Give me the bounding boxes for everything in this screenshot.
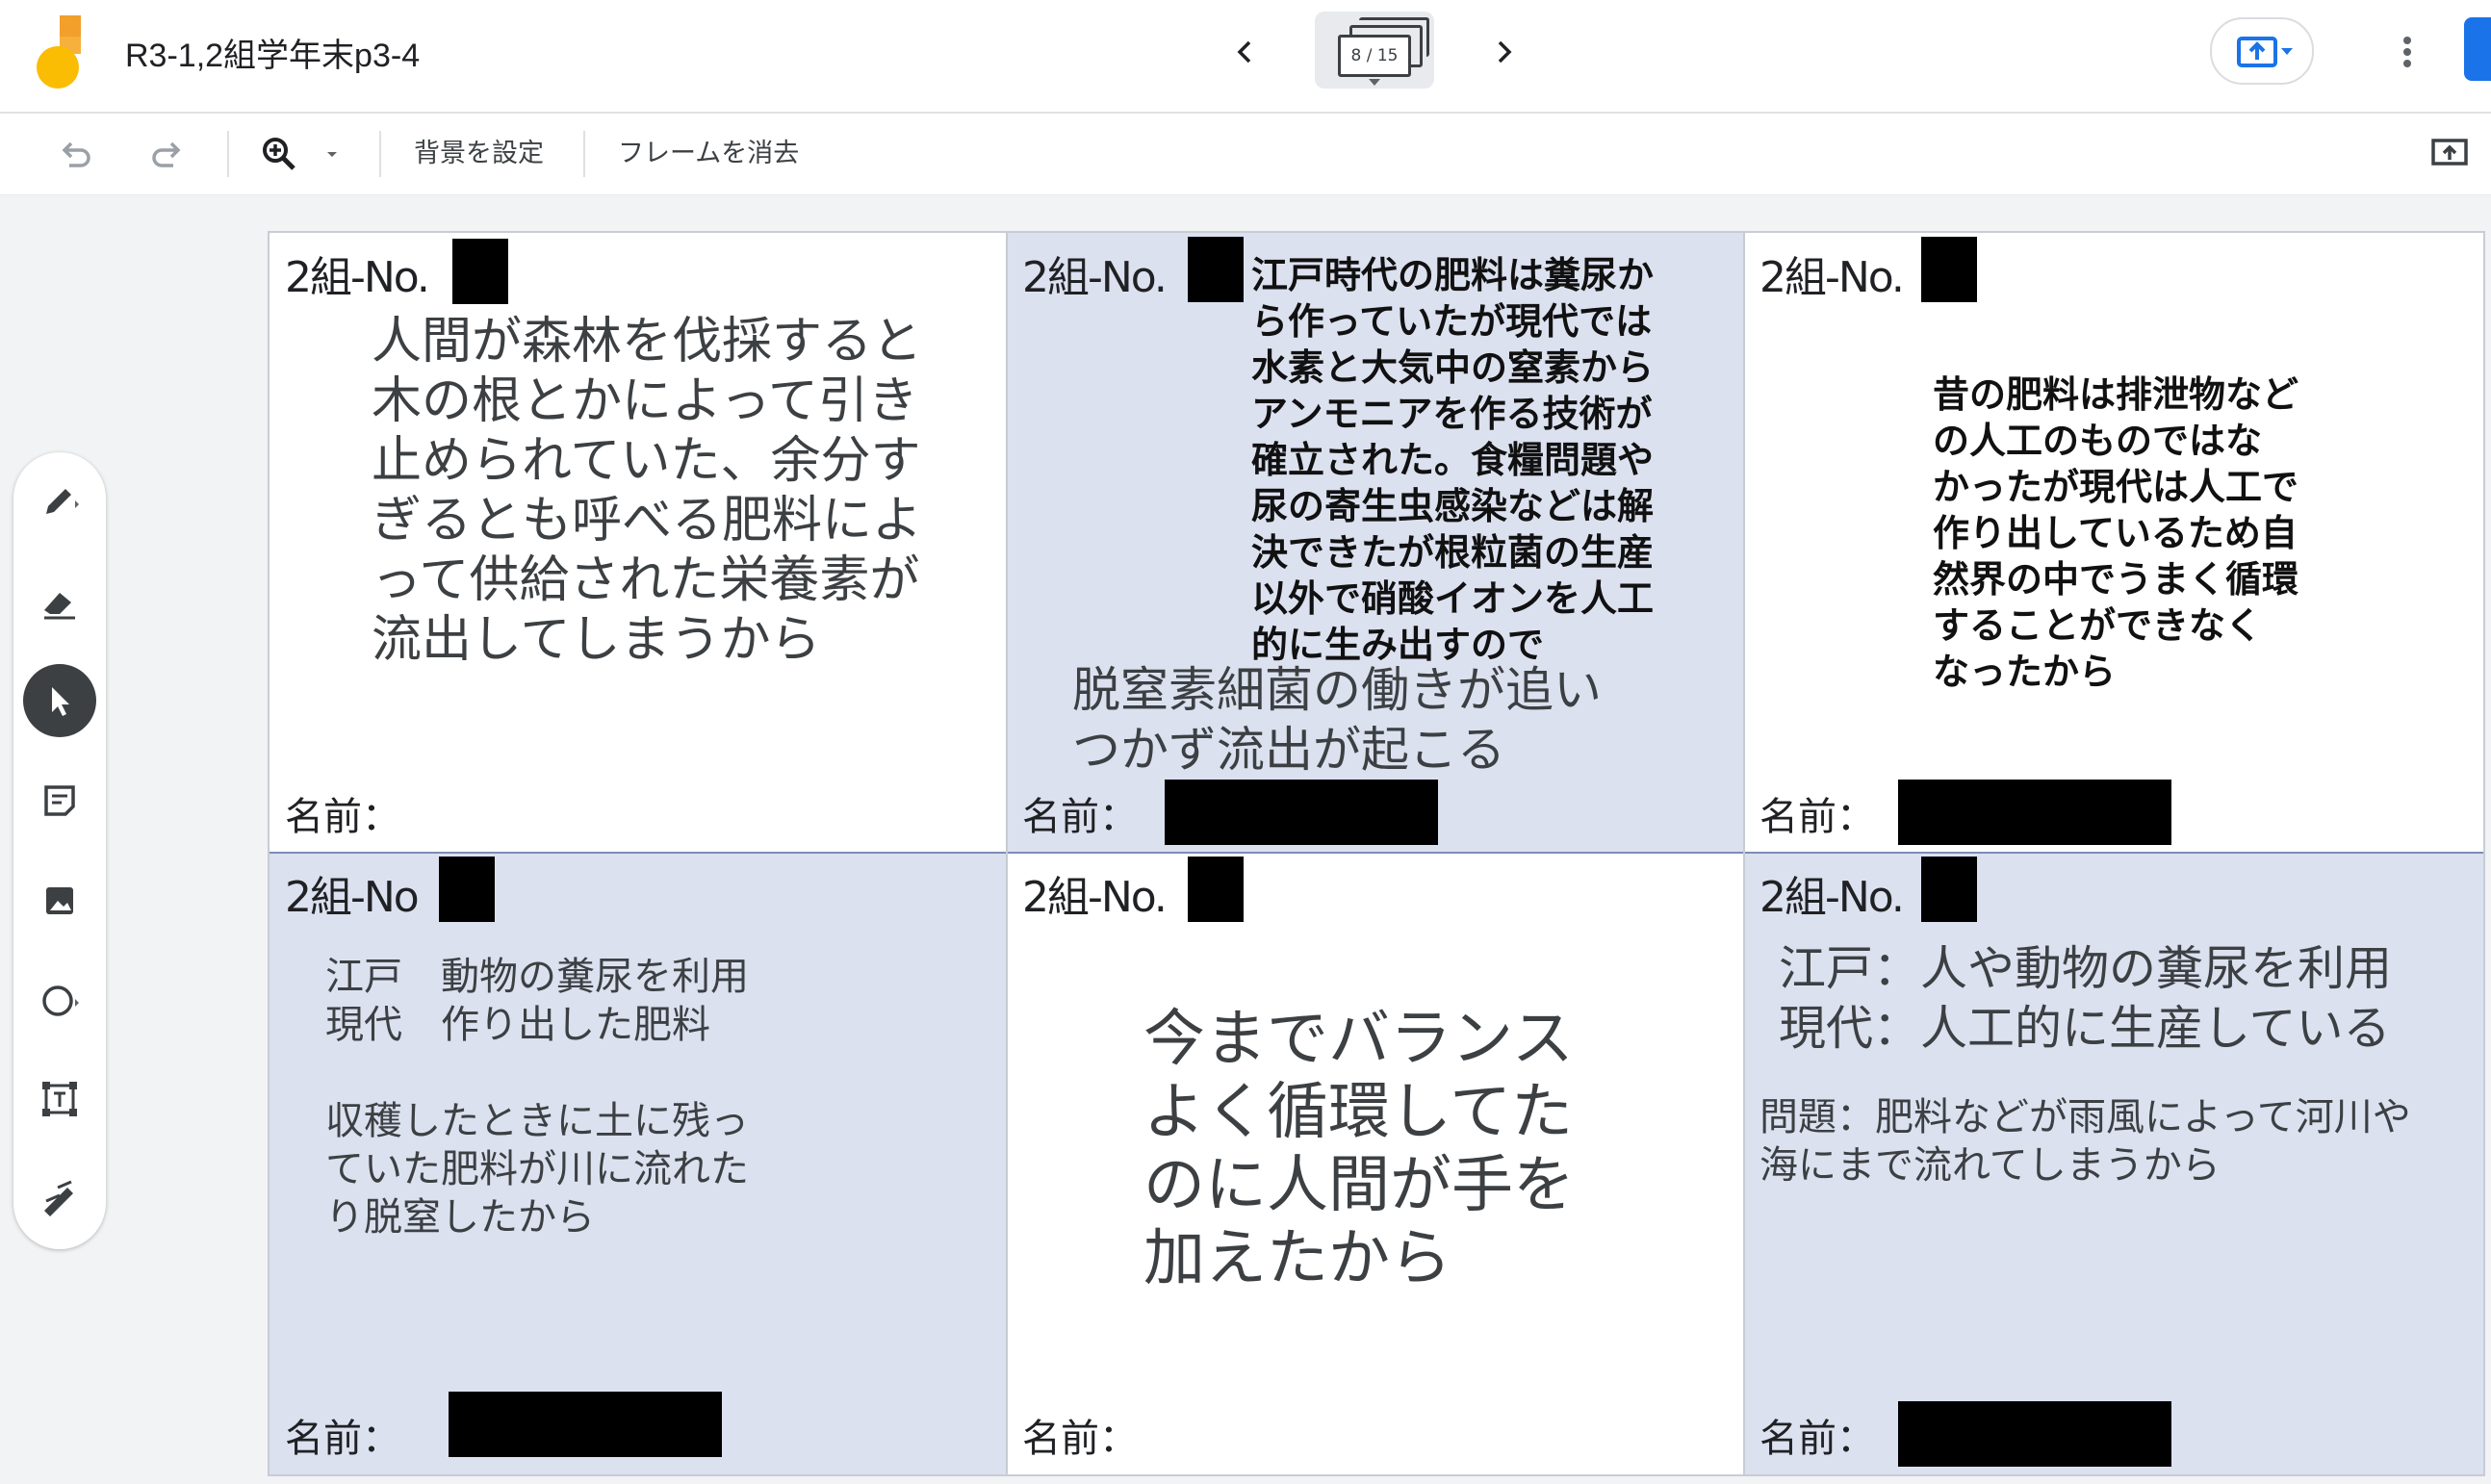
caret-down-icon [1369, 79, 1380, 86]
name-label: 名前： [1022, 1417, 1138, 1461]
student-card[interactable]: 2組-No. 人間が森林を伐採すると 木の根とかによって引き 止められていた、余… [270, 233, 1007, 853]
previous-frame-button[interactable] [1219, 25, 1272, 79]
clear-frame-button[interactable]: フレームを消去 [618, 133, 799, 175]
name-label: 名前： [285, 795, 400, 839]
redo-icon [152, 141, 181, 167]
text-box-icon [42, 1082, 77, 1116]
share-button[interactable] [2210, 17, 2314, 85]
redaction-box [452, 239, 508, 304]
grid-divider [270, 852, 2483, 854]
more-options-button[interactable] [2393, 25, 2422, 79]
grid-divider [1006, 233, 1008, 1474]
editing-toolbar: 背景を設定 フレームを消去 [0, 114, 2491, 195]
zoom-dropdown[interactable] [318, 129, 347, 179]
jamboard-logo[interactable] [29, 13, 87, 89]
answer-text[interactable]: 江戸：人や動物の糞尿を利用 現代：人工的に生産している [1779, 939, 2392, 1059]
pen-icon [46, 489, 79, 514]
upload-icon [2237, 37, 2293, 67]
student-card[interactable]: 2組-No. 今までバランス よく循環してた のに人間が手を 加えたから 名前： [1007, 853, 1744, 1474]
name-redaction-box [1165, 780, 1438, 845]
card-number-label: 2組-No. [1022, 253, 1168, 302]
card-number-label: 2組-No [285, 873, 420, 922]
chevron-left-icon [1237, 40, 1251, 64]
frame-bar-toggle[interactable]: 8 / 15 [1315, 12, 1434, 89]
select-tool[interactable] [23, 664, 96, 737]
name-redaction-box [1898, 1401, 2171, 1467]
add-image-tool[interactable] [23, 864, 96, 937]
grid-divider [1743, 233, 1745, 1474]
caret-down-icon [327, 152, 337, 157]
chevron-right-icon [1498, 40, 1512, 64]
student-card[interactable]: 2組-No 江戸 動物の糞尿を利用 現代 作り出した肥料 収穫したときに土に残っ… [270, 853, 1007, 1474]
tool-palette [13, 452, 106, 1249]
name-redaction-box [1898, 780, 2171, 845]
undo-icon [62, 141, 90, 167]
name-label: 名前： [1759, 795, 1875, 839]
redo-button[interactable] [142, 129, 193, 179]
card-number-label: 2組-No. [1759, 873, 1905, 922]
account-button[interactable] [2464, 17, 2491, 81]
card-number-label: 2組-No. [1759, 253, 1905, 302]
answer-text[interactable]: 昔の肥料は排泄物など の人工のものではな かったが現代は人工で 作り出しているた… [1933, 371, 2298, 695]
pen-tool[interactable] [23, 466, 96, 539]
redaction-box [1921, 237, 1977, 302]
top-app-bar: R3-1,2組学年末p3-4 8 / 15 [0, 0, 2491, 114]
student-card[interactable]: 2組-No. 江戸時代の肥料は糞尿か ら作っていたが現代では 水素と大気中の窒素… [1007, 233, 1744, 853]
redaction-box [439, 857, 495, 922]
sticky-note-tool[interactable] [23, 764, 96, 837]
redaction-box [1188, 857, 1244, 922]
laser-icon [44, 1180, 73, 1216]
image-icon [46, 887, 73, 914]
card-number-label: 2組-No. [285, 253, 430, 302]
frame-counter: 8 / 15 [1338, 35, 1411, 77]
circle-shape-tool[interactable] [23, 964, 96, 1037]
circle-icon [42, 985, 79, 1016]
name-label: 名前： [1759, 1417, 1875, 1461]
answer-text[interactable]: 江戸時代の肥料は糞尿か ら作っていたが現代では 水素と大気中の窒素から アンモニ… [1251, 252, 1654, 668]
answer-text-continued[interactable]: 脱窒素細菌の働きが追い つかず流出が起こる [1072, 660, 1602, 780]
cursor-arrow-icon [52, 687, 69, 716]
text-box-tool[interactable] [23, 1062, 96, 1136]
undo-button[interactable] [50, 129, 100, 179]
card-number-label: 2組-No. [1022, 873, 1168, 922]
jamboard-canvas[interactable]: 2組-No. 人間が森林を伐採すると 木の根とかによって引き 止められていた、余… [268, 231, 2485, 1476]
name-label: 名前： [285, 1417, 400, 1461]
laser-tool[interactable] [23, 1163, 96, 1236]
answer-text[interactable]: 人間が森林を伐採すると 木の根とかによって引き 止められていた、余分す ぎるとも… [372, 312, 922, 670]
sticky-note-icon [44, 785, 75, 816]
zoom-in-icon [263, 138, 295, 170]
student-card[interactable]: 2組-No. 江戸：人や動物の糞尿を利用 現代：人工的に生産している 問題：肥料… [1744, 853, 2483, 1474]
more-vert-icon [2403, 37, 2411, 67]
redaction-box [1188, 237, 1244, 302]
answer-text[interactable]: 今までバランス よく循環してた のに人間が手を 加えたから [1143, 1003, 1575, 1295]
next-frame-button[interactable] [1477, 25, 1530, 79]
present-button[interactable] [2426, 129, 2476, 179]
student-card[interactable]: 2組-No. 昔の肥料は排泄物など の人工のものではな かったが現代は人工で 作… [1744, 233, 2483, 853]
eraser-tool[interactable] [23, 566, 96, 639]
present-icon [2431, 139, 2468, 166]
set-background-button[interactable]: 背景を設定 [414, 133, 544, 175]
name-redaction-box [449, 1392, 722, 1457]
document-title[interactable]: R3-1,2組学年末p3-4 [125, 29, 420, 76]
zoom-button[interactable] [254, 129, 304, 179]
answer-text-continued[interactable]: 問題：肥料などが雨風によって河川や 海にまで流れてしまうから [1759, 1093, 2411, 1190]
answer-text[interactable]: 江戸 動物の糞尿を利用 現代 作り出した肥料 収穫したときに土に残っ ていた肥料… [325, 953, 749, 1241]
redaction-box [1921, 857, 1977, 922]
name-label: 名前： [1022, 795, 1138, 839]
eraser-icon [44, 593, 75, 620]
